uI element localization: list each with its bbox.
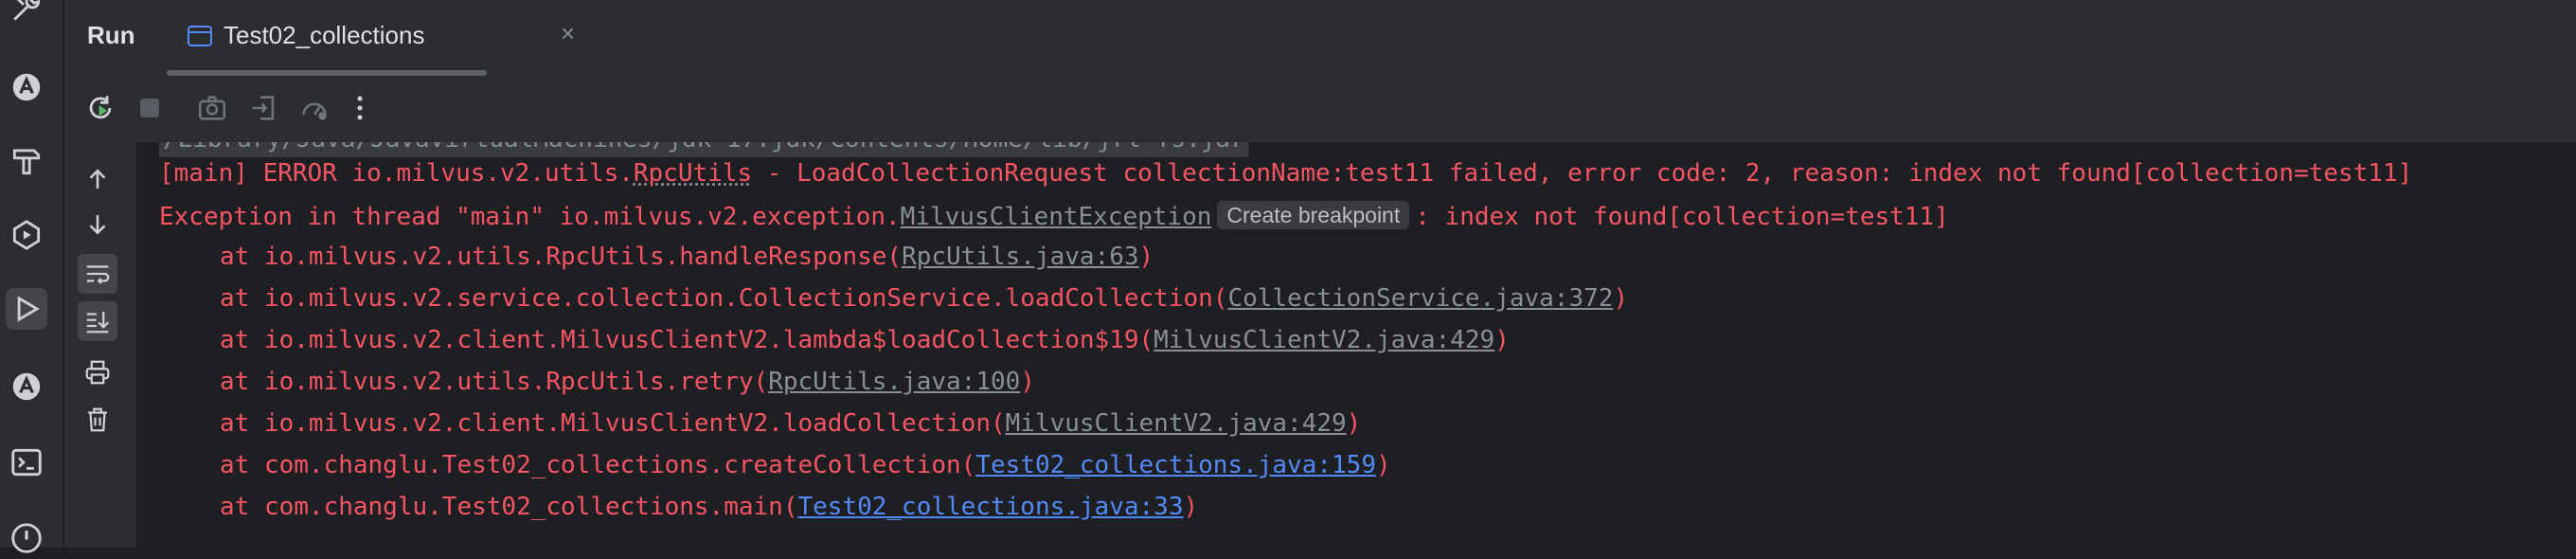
- source-link[interactable]: RpcUtils.java:63: [902, 243, 1138, 271]
- soft-wrap-icon[interactable]: [78, 254, 117, 294]
- hammer-icon[interactable]: [6, 140, 47, 182]
- gauge-icon[interactable]: [295, 89, 333, 127]
- arrow-down-icon[interactable]: [78, 205, 117, 244]
- run-tool-window-header: Run Test02_collections ×: [64, 0, 2576, 76]
- camera-icon[interactable]: [193, 89, 231, 127]
- source-link[interactable]: RpcUtils.java:100: [768, 368, 1020, 396]
- console-gutter: [64, 142, 136, 548]
- console-line-cut: /Library/Java/JavaVirtualMachines/jdk-17…: [159, 142, 1249, 157]
- stack-frame: at io.milvus.v2.service.collection.Colle…: [220, 284, 1629, 313]
- class-reference[interactable]: RpcUtils: [634, 159, 752, 188]
- rerun-icon[interactable]: [81, 89, 119, 127]
- console-window-icon: [188, 26, 212, 46]
- close-icon[interactable]: ×: [561, 19, 575, 48]
- plugin-a-icon[interactable]: [6, 366, 47, 407]
- exception-line: Exception in thread "main" io.milvus.v2.…: [159, 201, 1949, 231]
- tool-window-title: Run: [87, 21, 135, 49]
- source-link[interactable]: MilvusClientV2.java:429: [1154, 326, 1494, 354]
- exception-class-link[interactable]: MilvusClientException: [901, 203, 1212, 231]
- source-link[interactable]: CollectionService.java:372: [1227, 284, 1613, 313]
- hexagon-play-icon[interactable]: [6, 214, 47, 256]
- error-log-line: [main] ERROR io.milvus.v2.utils.RpcUtils…: [159, 159, 2413, 188]
- stack-frame: at com.changlu.Test02_collections.main(T…: [220, 493, 1199, 521]
- trash-icon[interactable]: [78, 400, 117, 440]
- print-icon[interactable]: [78, 352, 117, 392]
- source-link[interactable]: MilvusClientV2.java:429: [1006, 409, 1347, 438]
- plugin-a-icon[interactable]: [6, 66, 47, 108]
- stack-frame: at io.milvus.v2.client.MilvusClientV2.la…: [220, 326, 1510, 354]
- source-link[interactable]: Test02_collections.java:33: [797, 493, 1183, 521]
- stop-icon[interactable]: [131, 89, 169, 127]
- tab-test02-collections[interactable]: Test02_collections ×: [167, 0, 575, 76]
- stack-frame: at com.changlu.Test02_collections.create…: [220, 451, 1391, 479]
- stack-frame: at io.milvus.v2.client.MilvusClientV2.lo…: [220, 409, 1362, 438]
- run-toolbar: [64, 76, 2576, 142]
- arrow-up-icon[interactable]: [78, 159, 117, 199]
- tab-label: Test02_collections: [224, 21, 425, 49]
- terminal-icon[interactable]: [6, 442, 47, 483]
- stack-frame: at io.milvus.v2.utils.RpcUtils.retry(Rpc…: [220, 368, 1035, 396]
- create-breakpoint-button[interactable]: Create breakpoint: [1217, 201, 1410, 229]
- tool-window-strip: [0, 0, 64, 553]
- stack-frame: at io.milvus.v2.utils.RpcUtils.handleRes…: [220, 243, 1154, 271]
- scroll-to-end-icon[interactable]: [78, 301, 117, 341]
- more-vertical-icon[interactable]: [341, 89, 379, 127]
- run-icon[interactable]: [6, 288, 47, 330]
- console-output[interactable]: /Library/Java/JavaVirtualMachines/jdk-17…: [136, 142, 2576, 548]
- exit-icon[interactable]: [244, 89, 282, 127]
- info-icon[interactable]: [6, 517, 47, 559]
- source-link[interactable]: Test02_collections.java:159: [975, 451, 1376, 479]
- tools-icon[interactable]: [6, 0, 47, 28]
